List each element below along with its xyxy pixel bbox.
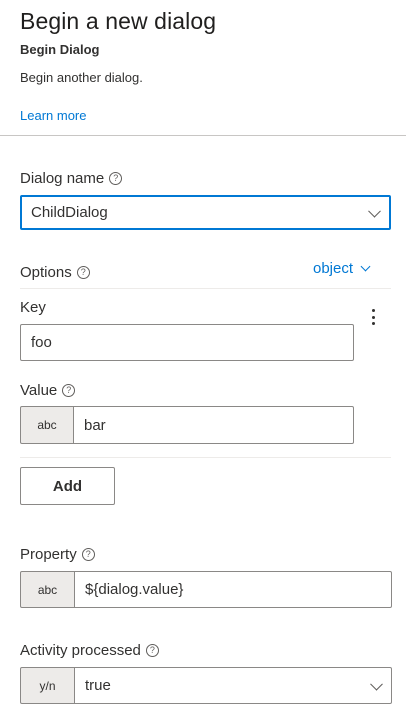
- add-button[interactable]: Add: [20, 467, 115, 505]
- key-label: Key: [20, 299, 46, 316]
- chevron-down-icon: [360, 261, 371, 272]
- more-vertical-icon[interactable]: [368, 309, 378, 325]
- header-divider: [0, 135, 406, 136]
- key-input-value: foo: [31, 334, 52, 351]
- chevron-down-icon: [370, 677, 383, 691]
- property-input-value: ${dialog.value}: [85, 581, 184, 598]
- chevron-down-icon: [368, 204, 381, 218]
- dialog-name-label: Dialog name: [20, 170, 105, 187]
- property-type-selector[interactable]: abc: [20, 571, 75, 608]
- options-divider: [20, 288, 391, 289]
- options-type-selector[interactable]: object: [313, 260, 371, 277]
- help-icon[interactable]: ?: [76, 266, 90, 279]
- property-label: Property: [20, 546, 77, 563]
- page-description: Begin another dialog.: [20, 70, 143, 85]
- dialog-name-label-row: Dialog name ?: [20, 170, 123, 187]
- property-type-label: abc: [37, 582, 58, 597]
- options-label: Options: [20, 264, 72, 281]
- options-bottom-divider: [20, 457, 391, 458]
- page-subtitle: Begin Dialog: [20, 42, 100, 57]
- property-label-row: Property ?: [20, 546, 95, 563]
- add-button-label: Add: [52, 477, 83, 495]
- value-label-row: Value ?: [20, 382, 76, 399]
- value-label: Value: [20, 382, 58, 399]
- value-type-label: abc: [37, 418, 57, 432]
- activity-processed-dropdown[interactable]: true: [74, 667, 392, 704]
- value-type-selector[interactable]: abc: [20, 406, 74, 444]
- value-input-value: bar: [84, 416, 106, 434]
- activity-processed-type-label: y/n: [39, 678, 56, 693]
- activity-processed-label-row: Activity processed ?: [20, 642, 159, 659]
- help-icon[interactable]: ?: [109, 172, 123, 185]
- options-type-label: object: [313, 260, 354, 277]
- activity-processed-label: Activity processed: [20, 642, 141, 659]
- value-input[interactable]: bar: [73, 406, 354, 444]
- help-icon[interactable]: ?: [145, 644, 159, 657]
- dialog-name-dropdown[interactable]: ChildDialog: [20, 195, 391, 230]
- help-icon[interactable]: ?: [62, 384, 76, 397]
- page-title: Begin a new dialog: [20, 8, 217, 34]
- key-input[interactable]: foo: [20, 324, 354, 361]
- options-label-row: Options ?: [20, 264, 90, 281]
- dialog-name-value: ChildDialog: [31, 204, 108, 221]
- property-input[interactable]: ${dialog.value}: [74, 571, 392, 608]
- key-label-row: Key: [20, 299, 46, 316]
- activity-processed-value: true: [85, 677, 111, 694]
- activity-processed-type-selector[interactable]: y/n: [20, 667, 75, 704]
- help-icon[interactable]: ?: [81, 548, 95, 561]
- learn-more-link[interactable]: Learn more: [20, 108, 86, 123]
